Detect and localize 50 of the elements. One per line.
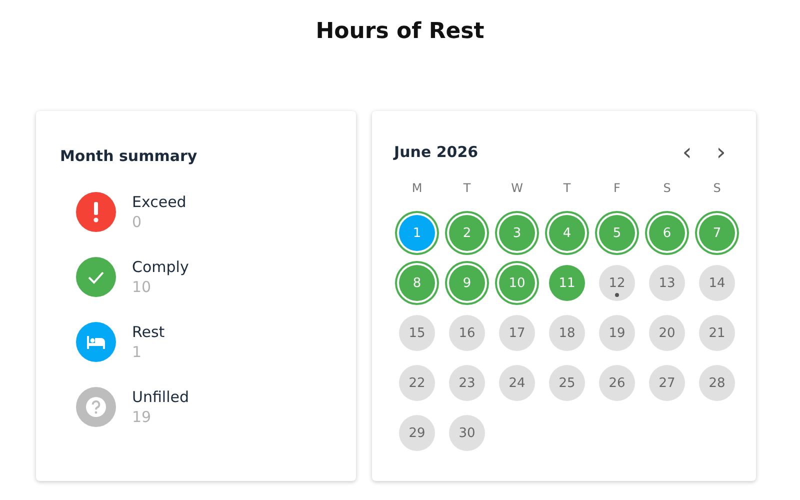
day-button[interactable]: 7 <box>699 215 735 251</box>
day-button[interactable]: 17 <box>499 315 535 351</box>
day-button[interactable]: 22 <box>399 365 435 401</box>
day-button[interactable]: 11 <box>549 265 585 301</box>
day-button[interactable]: 10 <box>499 265 535 301</box>
day-button[interactable]: 12 <box>599 265 635 301</box>
day-button[interactable]: 13 <box>649 265 685 301</box>
day-button[interactable]: 15 <box>399 315 435 351</box>
day-button[interactable]: 8 <box>399 265 435 301</box>
status-count: 0 <box>132 212 143 232</box>
day-button[interactable]: 25 <box>549 365 585 401</box>
status-label: Exceed <box>132 192 186 212</box>
previous-month-button[interactable]: ‹ <box>674 139 700 165</box>
day-button[interactable]: 21 <box>699 315 735 351</box>
status-label: Rest <box>132 322 165 342</box>
day-button[interactable]: 16 <box>449 315 485 351</box>
weekday-label: T <box>563 181 571 195</box>
day-button[interactable]: 3 <box>499 215 535 251</box>
day-button[interactable]: 24 <box>499 365 535 401</box>
weekday-label: S <box>713 181 721 195</box>
day-button[interactable]: 2 <box>449 215 485 251</box>
status-count: 19 <box>132 407 152 427</box>
day-button[interactable]: 14 <box>699 265 735 301</box>
weekday-label: W <box>511 181 523 195</box>
day-button[interactable]: 20 <box>649 315 685 351</box>
card-title: Month summary <box>60 147 198 165</box>
weekday-label: M <box>412 181 422 195</box>
day-button[interactable]: 6 <box>649 215 685 251</box>
day-button[interactable]: 30 <box>449 415 485 451</box>
status-label: Comply <box>132 257 189 277</box>
day-button[interactable]: 28 <box>699 365 735 401</box>
next-month-button[interactable]: › <box>708 139 734 165</box>
day-button[interactable]: 19 <box>599 315 635 351</box>
day-button[interactable]: 1 <box>399 215 435 251</box>
status-label: Unfilled <box>132 387 190 407</box>
day-button[interactable]: 18 <box>549 315 585 351</box>
weekday-label: S <box>663 181 671 195</box>
status-count: 1 <box>132 342 143 362</box>
day-button[interactable]: 27 <box>649 365 685 401</box>
month-title: June 2026 <box>394 143 478 161</box>
day-button[interactable]: 29 <box>399 415 435 451</box>
day-button[interactable]: 9 <box>449 265 485 301</box>
day-button[interactable]: 26 <box>599 365 635 401</box>
page-title: Hours of Rest <box>314 18 486 46</box>
weekday-label: T <box>463 181 471 195</box>
weekday-label: F <box>614 181 620 195</box>
status-count: 10 <box>132 277 152 297</box>
day-button[interactable]: 4 <box>549 215 585 251</box>
day-button[interactable]: 5 <box>599 215 635 251</box>
day-button[interactable]: 23 <box>449 365 485 401</box>
